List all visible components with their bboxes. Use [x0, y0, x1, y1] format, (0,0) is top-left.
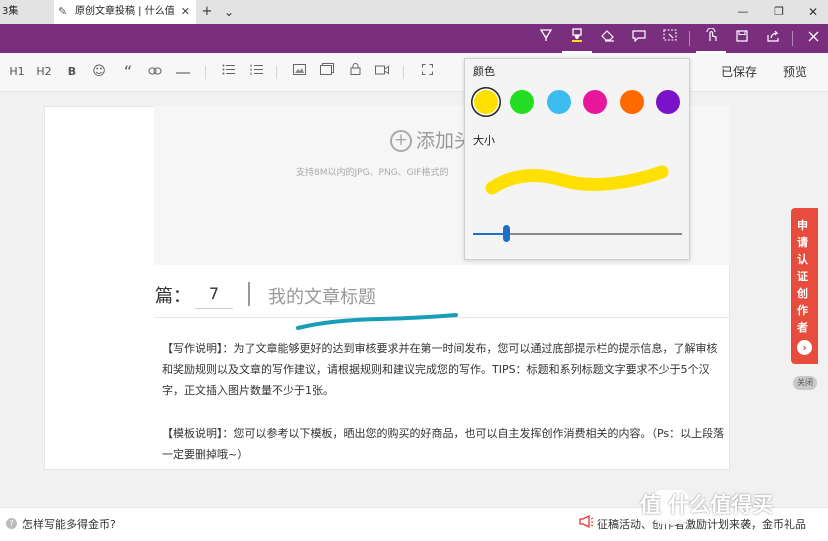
- color-label: 颜色: [473, 65, 495, 78]
- toolbar-divider: [205, 66, 206, 79]
- add-cover-button[interactable]: + 添加头: [390, 126, 473, 153]
- divider-line-icon[interactable]: [172, 53, 194, 91]
- eraser-icon[interactable]: [593, 24, 623, 53]
- megaphone-icon: [579, 514, 594, 532]
- toolbar-divider: [276, 66, 277, 79]
- tab-menu-chevron-icon[interactable]: ⌄: [218, 0, 240, 24]
- plus-icon: +: [390, 130, 412, 152]
- help-link[interactable]: 怎样写能多得金币?: [22, 516, 116, 532]
- heading1-button[interactable]: H1: [6, 53, 28, 91]
- episode-label: 篇：: [155, 286, 191, 307]
- color-swatch-orange[interactable]: [620, 90, 644, 114]
- lock-icon[interactable]: [344, 53, 366, 91]
- emoji-icon[interactable]: ☺: [88, 53, 110, 91]
- stroke-size-preview: [485, 165, 669, 195]
- close-window-button[interactable]: ✕: [802, 0, 824, 24]
- browser-tab-title: 原创文章投稿 | 什么值得: [75, 6, 175, 17]
- video-icon[interactable]: [371, 53, 393, 91]
- unordered-list-icon[interactable]: [217, 53, 239, 91]
- image-icon[interactable]: [288, 53, 310, 91]
- fullscreen-icon[interactable]: [416, 53, 438, 91]
- save-icon[interactable]: [727, 24, 757, 53]
- template-instructions[interactable]: 【模板说明】：您可以参考以下模板，晒出您的购买的好商品，也可以自主发挥创作消费相…: [162, 423, 726, 465]
- close-tab-icon[interactable]: ✕: [181, 0, 190, 24]
- bold-button[interactable]: B: [61, 53, 83, 91]
- new-tab-button[interactable]: +: [196, 0, 218, 24]
- minimize-button[interactable]: —: [732, 0, 754, 24]
- apply-creator-label: 申请认证创作者: [797, 219, 808, 334]
- ink-stroke: [296, 313, 458, 330]
- size-slider-fill: [473, 233, 506, 235]
- help-icon[interactable]: ?: [6, 518, 17, 529]
- color-swatch-yellow[interactable]: [474, 90, 498, 114]
- watermark: 值 什么值得买: [640, 493, 774, 517]
- editor-toolbar: H1 H2 B ☺ “ 已保存 预览: [0, 53, 828, 92]
- heading2-button[interactable]: H2: [33, 53, 55, 91]
- ink-toolbar: [0, 24, 828, 53]
- link-icon[interactable]: [144, 53, 166, 91]
- toolbar-divider: [689, 31, 690, 46]
- share-icon[interactable]: [758, 24, 788, 53]
- cover-upload-hint: 支持8M以内的JPG、PNG、GIF格式的: [296, 168, 449, 178]
- browser-tab-previous[interactable]: 3集: [0, 0, 55, 24]
- toolbar-divider: [792, 31, 793, 46]
- saved-status: 已保存: [720, 65, 757, 79]
- highlighter-icon[interactable]: [562, 24, 592, 53]
- arrow-right-icon[interactable]: ›: [797, 340, 812, 355]
- touch-write-icon[interactable]: [696, 24, 726, 53]
- restore-button[interactable]: ❐: [768, 0, 790, 24]
- browser-tab-bar: 3集 ✎ 原创文章投稿 | 什么值得 ✕ + ⌄ — ❐ ✕: [0, 0, 828, 25]
- title-separator: [248, 282, 250, 306]
- ordered-list-icon[interactable]: [245, 53, 267, 91]
- writing-instructions[interactable]: 【写作说明】：为了文章能够更好的达到审核要求并在第一时间发布，您可以通过底部提示…: [162, 338, 726, 401]
- ballpoint-pen-icon[interactable]: [531, 24, 561, 53]
- exit-icon[interactable]: [798, 24, 828, 53]
- color-swatch-purple[interactable]: [656, 90, 680, 114]
- close-side-tab-button[interactable]: 关闭: [793, 376, 817, 390]
- color-swatch-blue[interactable]: [547, 90, 571, 114]
- size-label: 大小: [473, 134, 495, 147]
- color-swatch-green[interactable]: [510, 90, 534, 114]
- toolbar-divider: [403, 66, 404, 79]
- browser-tab-active[interactable]: ✎ 原创文章投稿 | 什么值得 ✕: [54, 0, 196, 24]
- add-note-icon[interactable]: [624, 24, 654, 53]
- size-slider-thumb[interactable]: [503, 225, 510, 242]
- pen-icon: ✎: [58, 5, 68, 18]
- gallery-icon[interactable]: [316, 53, 338, 91]
- preview-button[interactable]: 预览: [775, 53, 815, 91]
- article-title-input[interactable]: 我的文章标题: [268, 283, 376, 309]
- clip-icon[interactable]: [655, 24, 685, 53]
- color-swatch-magenta[interactable]: [583, 90, 607, 114]
- quote-icon[interactable]: “: [117, 53, 139, 91]
- episode-number-input[interactable]: 7: [195, 280, 233, 309]
